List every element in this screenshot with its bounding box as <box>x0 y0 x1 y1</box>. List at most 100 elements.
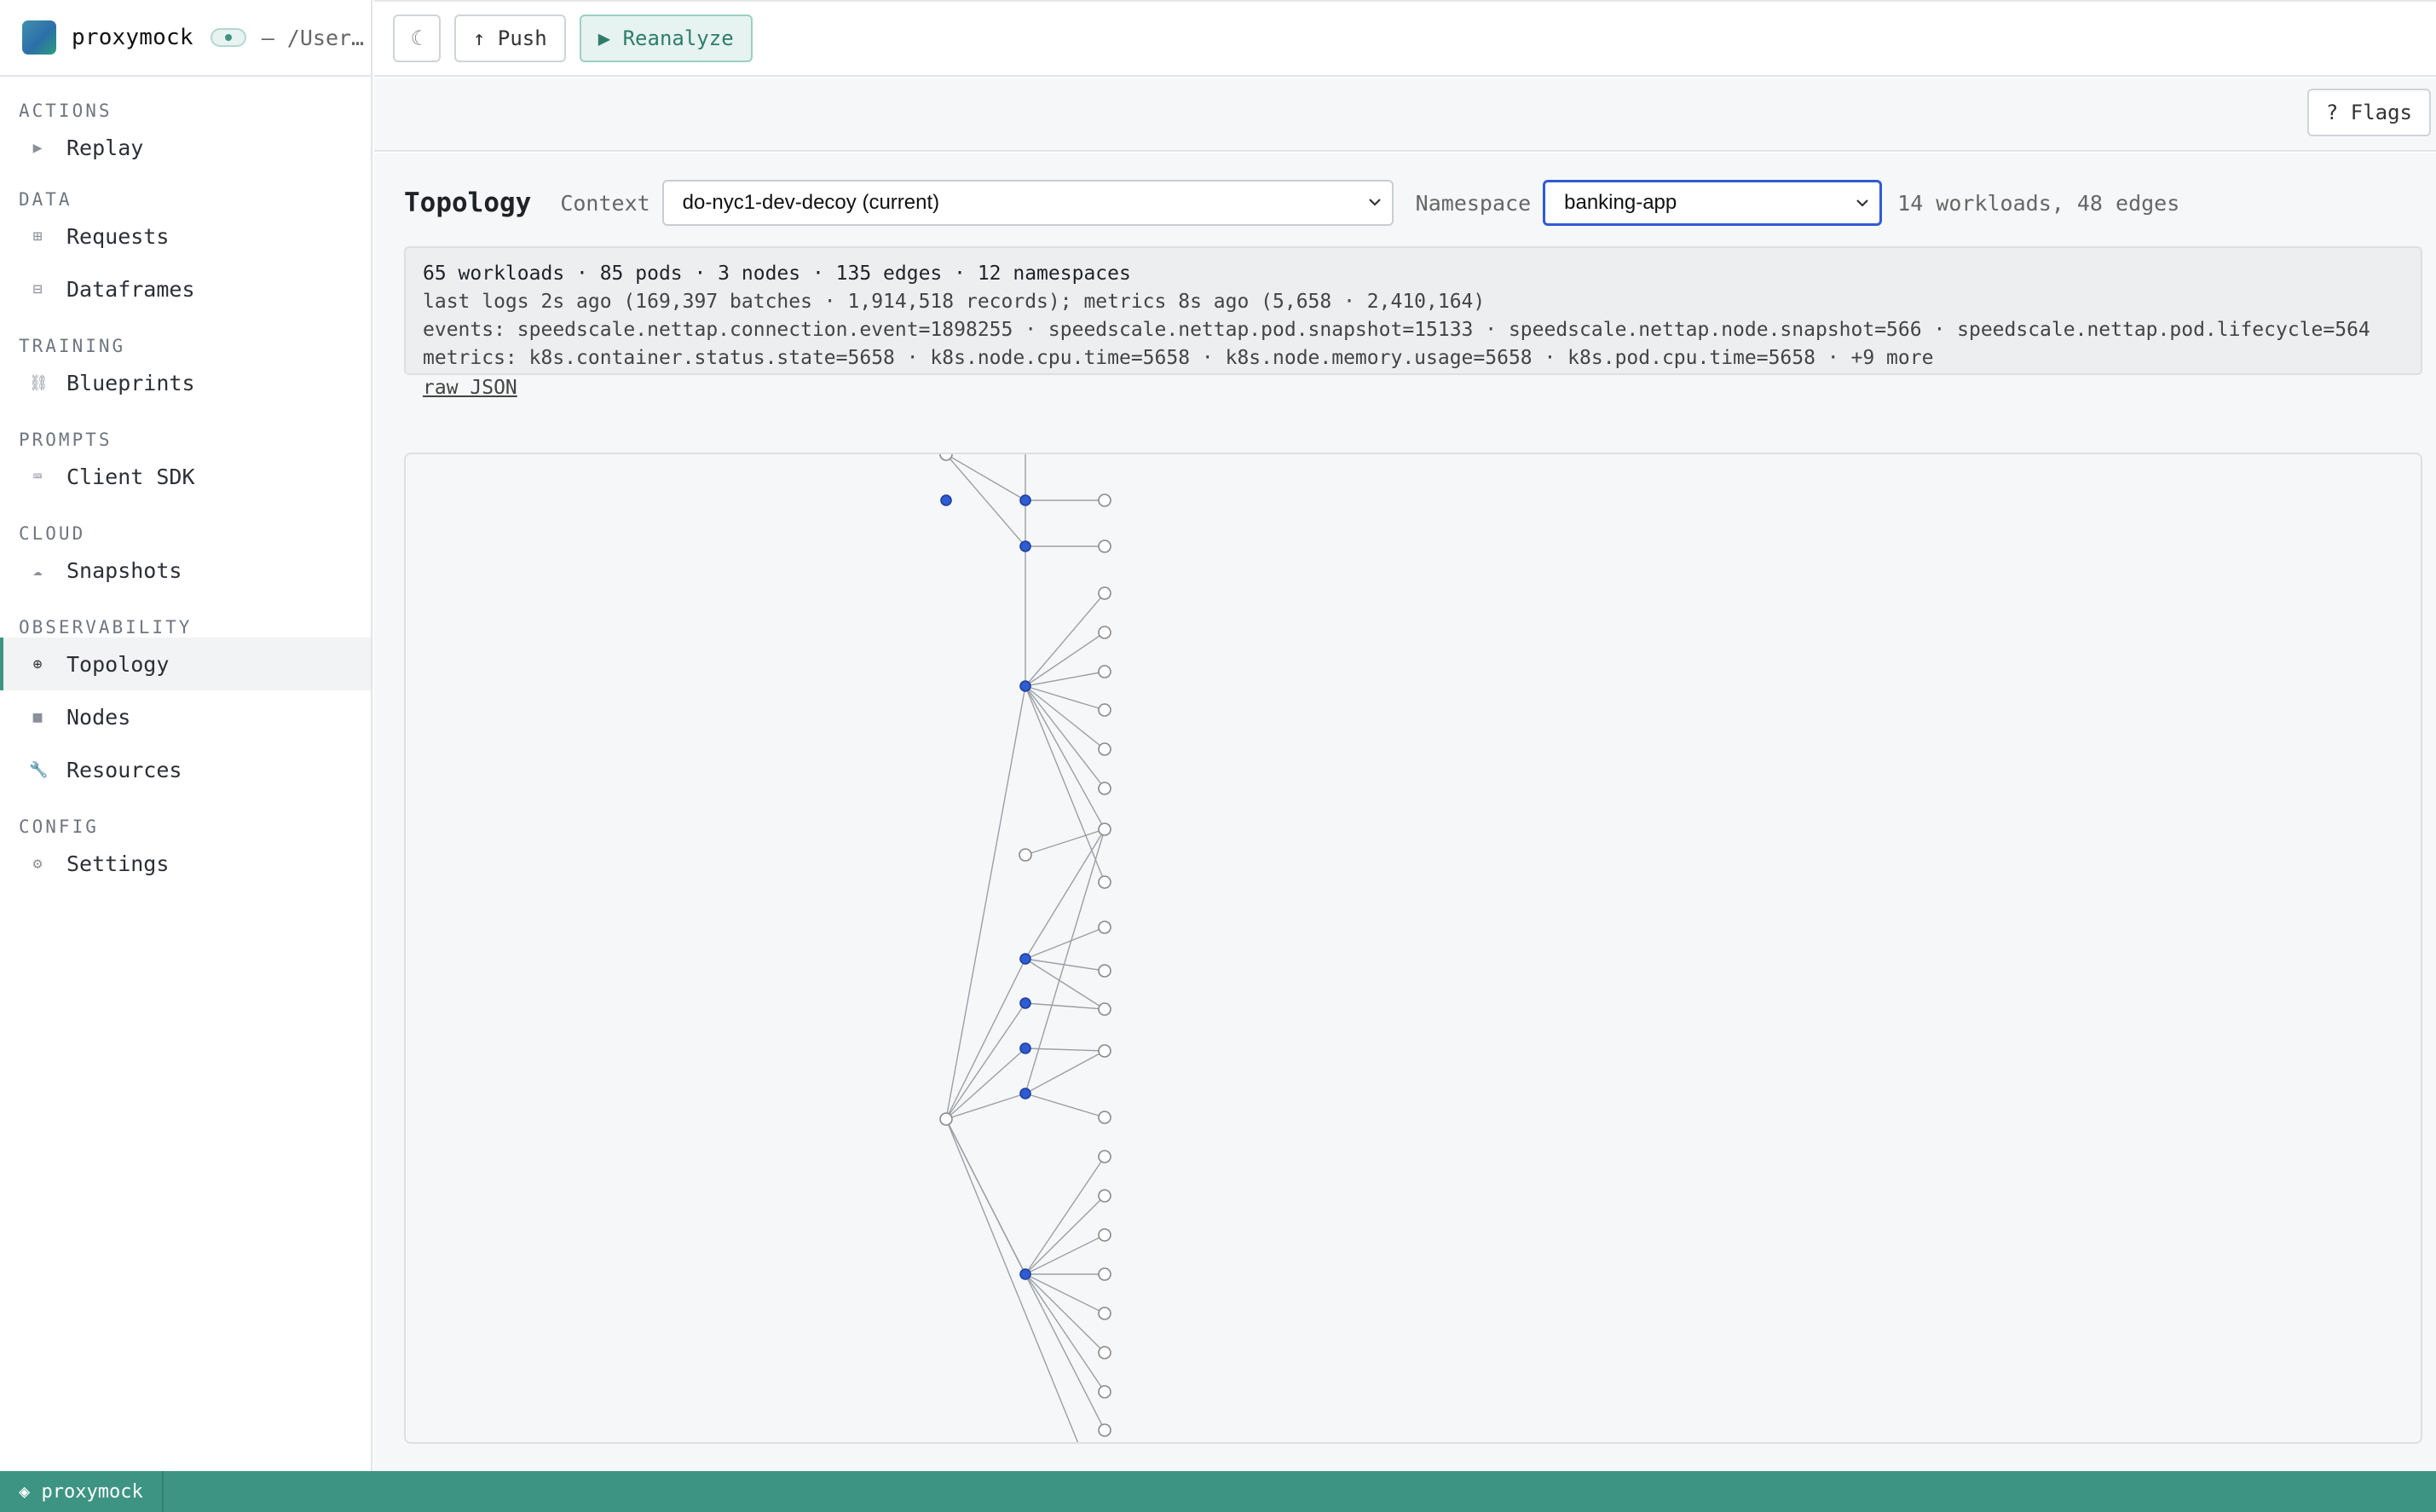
raw-json-link[interactable]: raw JSON <box>423 374 517 402</box>
graph-node-leaf[interactable] <box>1098 665 1111 678</box>
status-bar-app[interactable]: ◈ proxymock <box>0 1471 164 1512</box>
sidebar-item-snapshots[interactable]: ☁ Snapshots <box>0 544 371 597</box>
graph-node-workload[interactable] <box>1019 540 1031 552</box>
graph-edge <box>1025 828 1105 1094</box>
graph-edge <box>1025 685 1105 789</box>
graph-node-leaf[interactable] <box>1098 1044 1111 1058</box>
graph-node-leaf[interactable] <box>1098 1385 1111 1399</box>
sidebar: proxymock – /User… ACTIONS ▶ Replay DATA ⊞ Re… <box>0 0 372 1471</box>
sidebar-nav: ACTIONS ▶ Replay DATA ⊞ Requests ⊟ Dataframes TR… <box>0 77 371 890</box>
nav-section-config: CONFIG <box>19 817 99 837</box>
sidebar-item-requests[interactable]: ⊞ Requests <box>0 210 371 263</box>
sidebar-item-client-sdk[interactable]: ⌨ Client SDK <box>0 450 371 503</box>
graph-node-leaf[interactable] <box>1098 1307 1111 1320</box>
sidebar-item-settings[interactable]: ⚙ Settings <box>0 837 371 890</box>
push-button[interactable]: ↑ Push <box>454 14 566 62</box>
graph-node-leaf[interactable] <box>1098 1111 1111 1124</box>
sidebar-item-label: Settings <box>66 851 170 876</box>
sidebar-item-replay[interactable]: ▶ Replay <box>0 121 371 174</box>
graph-node-workload[interactable] <box>1019 1042 1031 1054</box>
graph-node-workload[interactable] <box>1019 1088 1031 1099</box>
graph-node[interactable] <box>1019 848 1032 862</box>
graph-node-leaf[interactable] <box>1098 1267 1111 1281</box>
nav-section-actions: ACTIONS <box>19 101 113 121</box>
top-toolbar: ☾ ↑ Push ▶ Reanalyze <box>374 0 2436 77</box>
nav-section-observability: OBSERVABILITY <box>19 617 193 638</box>
graph-node-workload[interactable] <box>1019 680 1031 692</box>
sidebar-item-label: Topology <box>66 651 170 677</box>
theme-toggle-button[interactable]: ☾ <box>393 14 441 62</box>
graph-edge <box>1025 671 1105 687</box>
workload-edge-count: 14 workloads, 48 edges <box>1897 190 2180 216</box>
graph-node-workload[interactable] <box>1019 953 1031 965</box>
sidebar-item-label: Dataframes <box>66 276 195 302</box>
graph-node-leaf[interactable] <box>1098 586 1111 600</box>
graph-edge <box>1025 1273 1105 1393</box>
play-icon: ▶ <box>32 138 43 157</box>
graph-edge <box>1025 828 1105 960</box>
stats-metrics: metrics: k8s.container.status.state=5658… <box>423 347 1934 369</box>
sidebar-item-blueprints[interactable]: ⛓ Blueprints <box>0 356 371 409</box>
sidebar-item-resources[interactable]: 🔧 Resources <box>0 743 371 796</box>
graph-node-leaf[interactable] <box>1098 1002 1111 1016</box>
graph-node-leaf[interactable] <box>1098 920 1111 934</box>
graph-node-workload[interactable] <box>940 494 952 506</box>
brand-header: proxymock – /User… <box>0 0 371 77</box>
graph-edge <box>945 1093 1026 1120</box>
stats-summary: 65 workloads · 85 pods · 3 nodes · 135 e… <box>423 263 1131 285</box>
table-icon: ⊟ <box>32 280 43 298</box>
graph-node-leaf[interactable] <box>1098 493 1111 507</box>
graph-node-leaf[interactable] <box>1098 875 1111 889</box>
grid-icon: ⊞ <box>32 227 43 245</box>
graph-node-leaf[interactable] <box>1098 703 1111 717</box>
graph-node-leaf[interactable] <box>1098 742 1111 756</box>
graph-node-root[interactable] <box>939 1112 953 1126</box>
moon-icon: ☾ <box>410 26 424 50</box>
graph-node-leaf[interactable] <box>1098 964 1111 978</box>
sidebar-item-label: Blueprints <box>66 370 195 395</box>
graph-edge <box>1025 685 1105 883</box>
graph-edge <box>1025 1050 1105 1094</box>
graph-node-workload[interactable] <box>1019 997 1031 1009</box>
nav-section-cloud: CLOUD <box>19 523 86 544</box>
graph-edge <box>1025 1195 1105 1275</box>
namespace-select[interactable]: banking-app <box>1543 180 1883 226</box>
graph-node-leaf[interactable] <box>1098 626 1111 639</box>
graph-edge <box>1025 1047 1105 1052</box>
topology-graph-canvas[interactable] <box>406 454 2422 1444</box>
sidebar-item-nodes[interactable]: ■ Nodes <box>0 690 371 743</box>
graph-node-leaf[interactable] <box>1098 1423 1111 1437</box>
sidebar-item-dataframes[interactable]: ⊟ Dataframes <box>0 263 371 315</box>
sidebar-item-label: Requests <box>66 223 170 249</box>
topology-graph[interactable] <box>404 453 2422 1444</box>
graph-node-leaf[interactable] <box>1098 782 1111 795</box>
graph-edge <box>1025 685 1105 750</box>
stats-logs: last logs 2s ago (169,397 batches · 1,91… <box>423 291 1486 313</box>
sub-toolbar: ? Flags <box>374 78 2436 152</box>
graph-edge <box>1025 926 1105 960</box>
graph-node-leaf[interactable] <box>1098 1346 1111 1359</box>
graph-node-workload[interactable] <box>1019 494 1031 506</box>
graph-node-root[interactable] <box>939 454 953 461</box>
context-select[interactable]: do-nyc1-dev-decoy (current) <box>661 180 1394 226</box>
sidebar-item-topology[interactable]: ⊕ Topology <box>0 638 371 690</box>
graph-edge <box>1025 1273 1105 1314</box>
graph-edge <box>1025 1156 1105 1275</box>
graph-edge <box>1025 685 1105 830</box>
flags-button[interactable]: ? Flags <box>2306 89 2431 136</box>
reanalyze-button[interactable]: ▶ Reanalyze <box>579 14 753 62</box>
graph-node-leaf[interactable] <box>1098 1228 1111 1242</box>
graph-node-leaf[interactable] <box>1098 1189 1111 1203</box>
app-name: proxymock <box>72 25 193 50</box>
graph-node-leaf[interactable] <box>1098 1150 1111 1163</box>
graph-node-workload[interactable] <box>1019 1268 1031 1280</box>
graph-edge <box>1025 1002 1105 1010</box>
graph-edge <box>945 1047 1026 1120</box>
sidebar-item-label: Client SDK <box>66 464 195 489</box>
chevron-down-icon <box>1856 199 1868 207</box>
stats-panel: 65 workloads · 85 pods · 3 nodes · 135 e… <box>404 246 2422 399</box>
graph-node-leaf[interactable] <box>1098 540 1111 553</box>
graph-node-leaf[interactable] <box>1098 822 1111 836</box>
context-value: do-nyc1-dev-decoy (current) <box>682 191 940 214</box>
app-logo <box>22 20 56 55</box>
